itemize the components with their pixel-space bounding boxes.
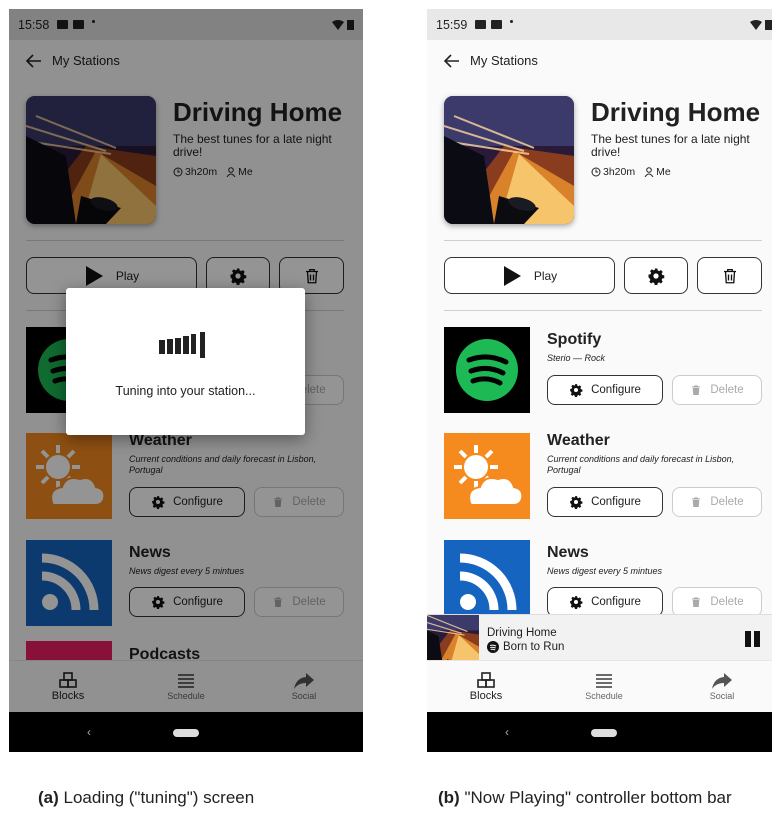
now-playing-bar[interactable]: Driving Home Born to Run — [427, 614, 772, 662]
track-title: Born to Run — [503, 641, 565, 653]
back-arrow-icon[interactable] — [444, 53, 460, 68]
phone-screen-now-playing: 15:59 My Stations Driving Home The best … — [427, 9, 772, 752]
delete-block-button[interactable]: Delete — [672, 487, 762, 517]
station-settings-button[interactable] — [624, 257, 688, 294]
delete-station-button[interactable] — [697, 257, 762, 294]
gear-icon — [570, 384, 583, 397]
station-meta: 3h20m Me — [591, 166, 671, 178]
loading-text: Tuning into your station... — [115, 384, 256, 398]
caption-text: Loading ("tuning") screen — [63, 788, 255, 807]
now-playing-thumbnail — [427, 615, 479, 662]
person-icon — [644, 167, 654, 177]
divider — [444, 310, 762, 311]
play-icon — [503, 265, 521, 286]
now-playing-track: Born to Run — [487, 641, 564, 653]
caption-label: (a) — [38, 788, 59, 807]
system-back-icon[interactable]: ‹ — [87, 725, 91, 739]
trash-icon — [692, 597, 701, 607]
nav-label: Schedule — [585, 691, 623, 701]
station-title: Driving Home — [591, 97, 761, 127]
caption-a: (a) Loading ("tuning") screen — [38, 787, 254, 809]
block-name: Weather — [547, 432, 610, 449]
now-playing-station: Driving Home — [487, 627, 557, 639]
trash-icon — [722, 268, 737, 283]
gear-icon — [648, 268, 665, 285]
delete-label: Delete — [710, 384, 744, 396]
caption-text: "Now Playing" controller bottom bar — [464, 788, 732, 807]
block-name: News — [547, 544, 589, 561]
nav-label: Social — [709, 691, 735, 701]
system-home-pill[interactable] — [591, 729, 617, 737]
configure-label: Configure — [591, 496, 641, 508]
battery-icon — [765, 20, 772, 30]
configure-block-button[interactable]: Configure — [547, 375, 663, 405]
blocks-icon — [477, 672, 495, 688]
system-back-icon[interactable]: ‹ — [505, 725, 509, 739]
divider — [444, 240, 762, 241]
station-cover-image — [444, 96, 574, 224]
gear-icon — [570, 496, 583, 509]
clock-icon — [591, 167, 601, 177]
trash-icon — [692, 385, 701, 395]
configure-label: Configure — [591, 384, 641, 396]
equalizer-icon — [159, 332, 205, 358]
app-bar[interactable]: My Stations — [444, 53, 538, 68]
block-name: Spotify — [547, 331, 602, 348]
nav-label: Blocks — [469, 690, 503, 702]
block-subtitle: Sterio — Rock — [547, 353, 606, 363]
delete-label: Delete — [710, 596, 744, 608]
block-subtitle: News digest every 5 mintues — [547, 566, 663, 576]
pause-icon — [745, 631, 751, 647]
configure-block-button[interactable]: Configure — [547, 487, 663, 517]
station-owner: Me — [656, 166, 671, 178]
share-icon — [712, 673, 732, 689]
bottom-navigation: Blocks Schedule Social — [427, 660, 772, 712]
video-notification-icon — [491, 20, 503, 29]
wifi-icon — [750, 19, 762, 30]
nav-item-social[interactable]: Social — [663, 661, 772, 713]
menu-icon — [596, 674, 612, 688]
status-bar: 15:59 — [427, 9, 772, 40]
status-time: 15:59 — [436, 17, 468, 32]
phone-screen-loading: 15:58 My Stations Driving Home The best … — [9, 9, 363, 752]
block-image-weather — [444, 433, 530, 519]
play-button[interactable]: Play — [444, 257, 615, 294]
block-image-spotify — [444, 327, 530, 413]
station-duration: 3h20m — [603, 166, 636, 178]
trash-icon — [692, 497, 701, 507]
system-navigation-bar: ‹ — [9, 712, 363, 752]
spotify-icon — [487, 641, 499, 653]
station-description: The best tunes for a late night drive! — [591, 132, 750, 159]
configure-label: Configure — [591, 596, 641, 608]
pause-button[interactable] — [745, 631, 760, 647]
back-label[interactable]: My Stations — [470, 53, 538, 68]
image-notification-icon — [475, 20, 487, 29]
loading-dialog: Tuning into your station... — [66, 288, 305, 435]
delete-block-button[interactable]: Delete — [672, 375, 762, 405]
gear-icon — [570, 596, 583, 609]
system-home-pill[interactable] — [173, 729, 199, 737]
delete-block-button[interactable]: Delete — [672, 587, 762, 617]
nav-item-blocks[interactable]: Blocks — [427, 661, 545, 713]
caption-b: (b) "Now Playing" controller bottom bar — [438, 787, 768, 809]
play-label: Play — [533, 268, 558, 283]
dot-icon — [510, 20, 514, 23]
system-navigation-bar: ‹ — [427, 712, 772, 752]
nav-item-schedule[interactable]: Schedule — [545, 661, 663, 713]
caption-label: (b) — [438, 788, 460, 807]
delete-label: Delete — [710, 496, 744, 508]
configure-block-button[interactable]: Configure — [547, 587, 663, 617]
block-subtitle: Current conditions and daily forecast in… — [547, 454, 735, 475]
